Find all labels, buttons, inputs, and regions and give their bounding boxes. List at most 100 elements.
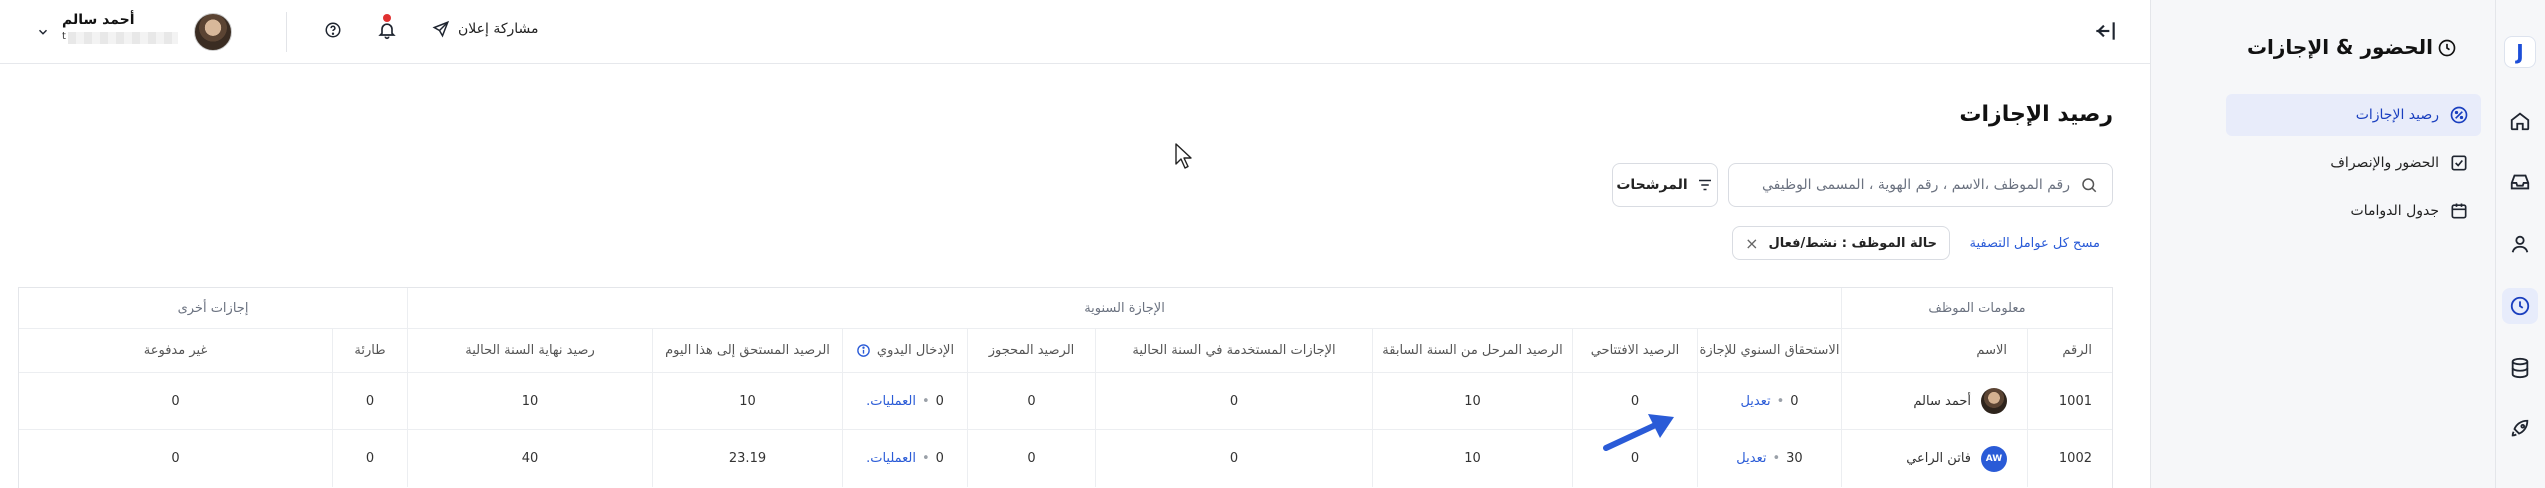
leave-balance-table: معلومات الموظف الإجازة السنوية إجازات أخ…: [18, 287, 2113, 488]
user-sub-suffix: t: [62, 30, 66, 42]
app-logo[interactable]: J: [2504, 36, 2536, 68]
rocket-icon[interactable]: [2508, 417, 2532, 441]
cell-manual-entry: 0 • العمليات.: [842, 430, 967, 487]
filters-label: المرشحات: [1616, 177, 1688, 193]
employee-name: أحمد سالم: [1913, 393, 1971, 409]
cell-due-today: 23.19: [652, 430, 842, 487]
search-input[interactable]: [1750, 177, 2070, 193]
cell-carried-over: 10: [1372, 373, 1572, 429]
sidebar-item-leave-balance[interactable]: رصيد الإجازات: [2226, 94, 2481, 136]
cell-used-current: 0: [1095, 430, 1372, 487]
divider: [286, 12, 287, 52]
chip-label: حالة الموظف : نشط/فعال: [1768, 235, 1937, 251]
operations-link-dot: .: [866, 451, 871, 466]
col-manual-entry-label: الإدخال اليدوي: [876, 343, 955, 358]
col-used-current: الإجازات المستخدمة في السنة الحالية: [1095, 329, 1372, 372]
col-name: الاسم: [1841, 329, 2027, 372]
manual-value: 0: [935, 451, 944, 466]
cell-id: 1002: [2027, 430, 2112, 487]
search-box[interactable]: [1728, 163, 2113, 207]
separator-dot: •: [922, 451, 930, 466]
cell-emergency: 0: [332, 430, 407, 487]
separator-dot: •: [922, 393, 930, 409]
annotation-arrow-icon: [1603, 414, 1674, 451]
user-menu[interactable]: أحمد سالم t: [38, 12, 178, 44]
col-emergency: طارئة: [332, 329, 407, 372]
avatar[interactable]: [194, 13, 232, 51]
group-employee: معلومات الموظف: [1841, 288, 2112, 328]
collapse-sidebar-icon[interactable]: [2092, 18, 2118, 48]
table-group-row: معلومات الموظف الإجازة السنوية إجازات أخ…: [19, 288, 2112, 329]
col-year-end: رصيد نهاية السنة الحالية: [407, 329, 652, 372]
search-icon: [2082, 178, 2097, 193]
col-carried-over: الرصيد المرحل من السنة السابقة: [1372, 329, 1572, 372]
cell-reserved: 0: [967, 430, 1095, 487]
table-row: 1002 AW فاتن الراعي 30 • تعديل 0 10 0 0 …: [19, 430, 2112, 487]
sidebar-title: الحضور & الإجازات: [2246, 35, 2433, 59]
table-row: 1001 أحمد سالم 0 • تعديل 0 10 0 0 0 • ال…: [19, 373, 2112, 430]
sidebar-item-shifts[interactable]: جدول الدوامات: [2226, 190, 2481, 232]
chevron-down-icon[interactable]: [36, 24, 50, 43]
operations-link[interactable]: العمليات: [870, 451, 916, 466]
close-icon[interactable]: ×: [1745, 234, 1758, 253]
operations-link-dot: .: [866, 393, 871, 409]
employee-name: فاتن الراعي: [1906, 451, 1971, 466]
col-reserved: الرصيد المحجوز: [967, 329, 1095, 372]
filter-icon: [1698, 179, 1711, 191]
user-sub: t: [62, 28, 178, 44]
table-header-row: الرقم الاسم الاستحقاق السنوي للإجازة الر…: [19, 329, 2112, 373]
entitlement-value: 0: [1790, 393, 1799, 409]
cell-annual-entitlement: 0 • تعديل: [1697, 373, 1841, 429]
send-icon: [432, 20, 450, 38]
col-unpaid: غير مدفوعة: [143, 343, 208, 358]
entitlement-value: 30: [1786, 451, 1803, 466]
percent-icon: [2450, 106, 2468, 124]
avatar: AW: [1981, 445, 2007, 472]
cell-annual-entitlement: 30 • تعديل: [1697, 430, 1841, 487]
cell-used-current: 0: [1095, 373, 1372, 429]
cell-unpaid: 0: [171, 393, 180, 409]
edit-link[interactable]: تعديل: [1736, 451, 1766, 466]
icon-rail: J: [2495, 0, 2545, 488]
notification-dot: [383, 14, 391, 22]
share-label: مشاركة إعلان: [458, 21, 539, 37]
cell-name: أحمد سالم: [1841, 373, 2027, 429]
col-id: الرقم: [2027, 329, 2112, 372]
database-icon[interactable]: [2508, 356, 2532, 380]
cell-name: AW فاتن الراعي: [1841, 430, 2027, 487]
sidebar-item-label: جدول الدوامات: [2350, 203, 2439, 219]
sidebar-item-attendance[interactable]: الحضور والإنصراف: [2226, 142, 2481, 184]
clock-icon[interactable]: [2502, 288, 2538, 324]
user-info: أحمد سالم t: [62, 12, 178, 44]
group-annual: الإجازة السنوية: [407, 288, 1841, 328]
cell-emergency: 0: [332, 373, 407, 429]
main-content: مشاركة إعلان أحمد سالم t رصيد الإجازات ر…: [0, 0, 2150, 488]
info-icon[interactable]: [856, 343, 871, 358]
col-manual-entry: الإدخال اليدوي: [842, 329, 967, 372]
cursor-icon: [1175, 143, 1192, 169]
filter-chip: حالة الموظف : نشط/فعال ×: [1732, 226, 1950, 260]
share-announcement-button[interactable]: مشاركة إعلان: [432, 20, 539, 38]
user-name: أحمد سالم: [62, 12, 135, 28]
page-title: رصيد الإجازات: [1959, 102, 2113, 127]
edit-link[interactable]: تعديل: [1740, 394, 1770, 409]
cell-due-today: 10: [652, 373, 842, 429]
top-bar: مشاركة إعلان أحمد سالم t: [0, 0, 2150, 64]
user-icon[interactable]: [2508, 232, 2532, 256]
bell-icon[interactable]: [377, 19, 397, 45]
clear-filters-link[interactable]: مسح كل عوامل التصفية: [1969, 236, 2100, 251]
col-annual-entitlement: الاستحقاق السنوي للإجازة: [1697, 329, 1841, 372]
avatar: [1981, 388, 2007, 414]
cell-carried-over: 10: [1372, 430, 1572, 487]
col-due-today: الرصيد المستحق إلى هذا اليوم: [652, 329, 842, 372]
cell-manual-entry: 0 • العمليات.: [842, 373, 967, 429]
filters-button[interactable]: المرشحات: [1612, 163, 1718, 207]
cell-reserved: 0: [967, 373, 1095, 429]
inbox-icon[interactable]: [2508, 170, 2532, 194]
home-icon[interactable]: [2508, 109, 2532, 133]
sidebar: الحضور & الإجازات رصيد الإجازات الحضور و…: [2150, 0, 2495, 488]
clock-icon: [2437, 38, 2457, 62]
help-icon[interactable]: [324, 21, 342, 43]
operations-link[interactable]: العمليات: [870, 394, 916, 409]
calendar-icon: [2451, 203, 2467, 219]
